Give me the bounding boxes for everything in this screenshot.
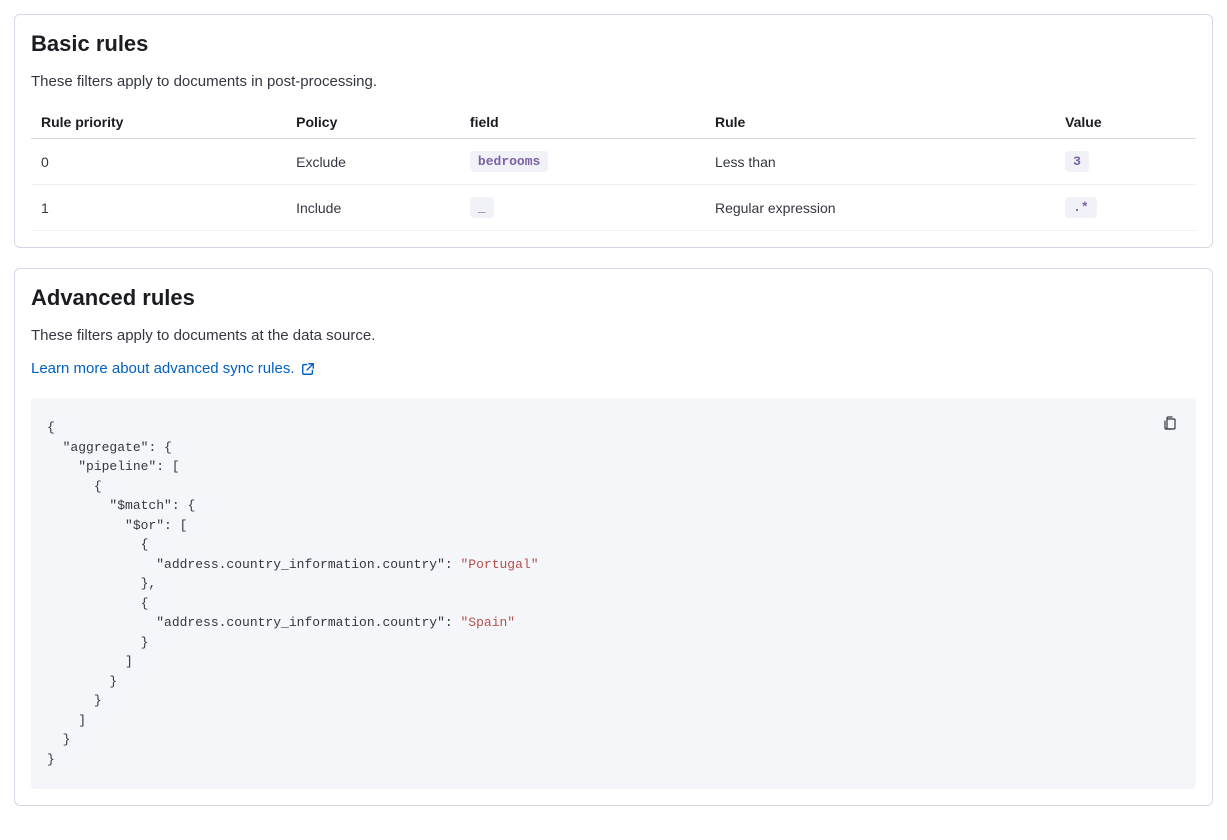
cell-priority: 0 [31, 139, 286, 185]
field-chip: bedrooms [470, 151, 548, 172]
cell-rule: Less than [705, 139, 1055, 185]
cell-value: .* [1055, 185, 1196, 231]
col-field: field [460, 106, 705, 139]
cell-field: _ [460, 185, 705, 231]
copy-button[interactable] [1156, 410, 1184, 438]
clipboard-icon [1162, 415, 1178, 434]
col-rule: Rule [705, 106, 1055, 139]
cell-policy: Include [286, 185, 460, 231]
table-row: 0 Exclude bedrooms Less than 3 [31, 139, 1196, 185]
learn-more-text: Learn more about advanced sync rules. [31, 360, 295, 377]
code-content: { "aggregate": { "pipeline": [ { "$match… [47, 418, 1180, 769]
advanced-rules-panel: Advanced rules These filters apply to do… [14, 268, 1213, 806]
cell-policy: Exclude [286, 139, 460, 185]
value-chip: .* [1065, 197, 1097, 218]
basic-rules-description: These filters apply to documents in post… [31, 73, 1196, 90]
external-link-icon [301, 362, 315, 376]
advanced-rules-title: Advanced rules [31, 285, 1196, 311]
learn-more-link[interactable]: Learn more about advanced sync rules. [31, 360, 315, 377]
cell-rule: Regular expression [705, 185, 1055, 231]
value-chip: 3 [1065, 151, 1089, 172]
col-policy: Policy [286, 106, 460, 139]
cell-value: 3 [1055, 139, 1196, 185]
table-row: 1 Include _ Regular expression .* [31, 185, 1196, 231]
field-chip: _ [470, 197, 494, 218]
cell-priority: 1 [31, 185, 286, 231]
cell-field: bedrooms [460, 139, 705, 185]
basic-rules-panel: Basic rules These filters apply to docum… [14, 14, 1213, 248]
basic-rules-table: Rule priority Policy field Rule Value 0 … [31, 106, 1196, 231]
col-value: Value [1055, 106, 1196, 139]
col-priority: Rule priority [31, 106, 286, 139]
basic-rules-title: Basic rules [31, 31, 1196, 57]
advanced-rules-description: These filters apply to documents at the … [31, 327, 1196, 344]
advanced-code-block: { "aggregate": { "pipeline": [ { "$match… [31, 398, 1196, 789]
